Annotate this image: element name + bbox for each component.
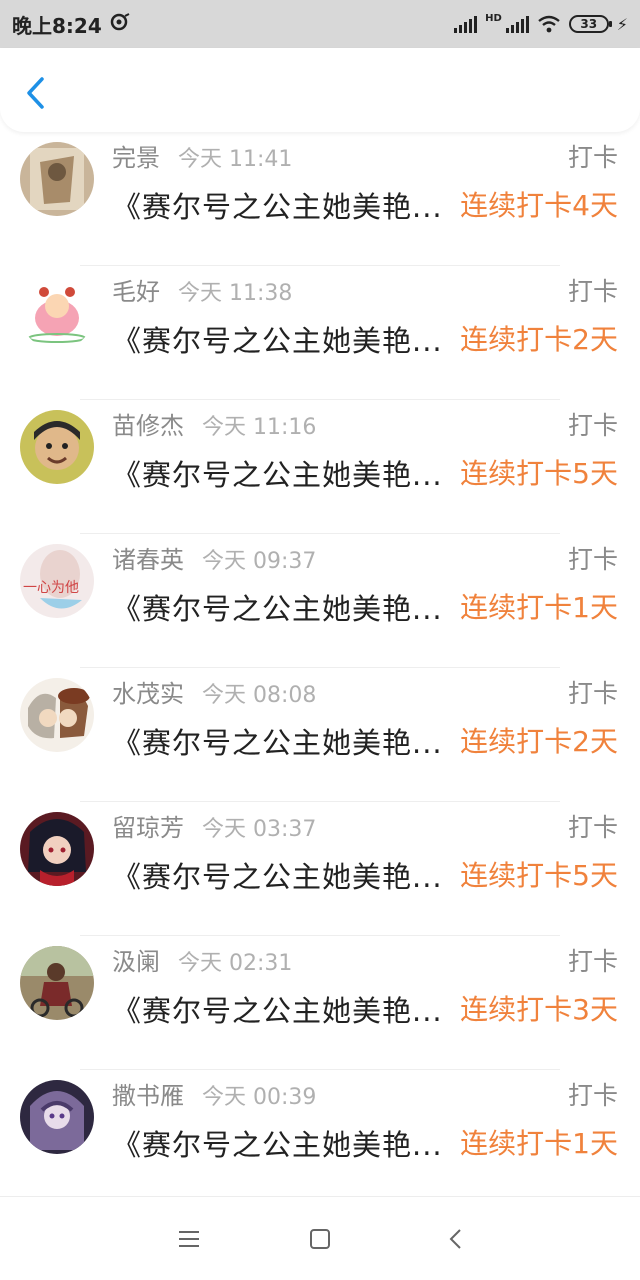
- book-title: 《赛尔号之公主她美艳...: [112, 860, 443, 894]
- charging-icon: ⚡: [616, 14, 628, 34]
- list-item[interactable]: 毛好 今天 11:38 打卡 《赛尔号之公主她美艳... 连续打卡2天: [0, 266, 640, 400]
- avatar[interactable]: [20, 678, 94, 752]
- timestamp: 今天 00:39: [202, 1085, 317, 1110]
- wifi-icon: [537, 15, 561, 33]
- home-square-icon: [310, 1229, 330, 1249]
- user-name: 诸春英: [112, 546, 184, 574]
- avatar[interactable]: [20, 142, 94, 216]
- timestamp: 今天 08:08: [202, 683, 317, 708]
- avatar-text: 一心为他: [23, 580, 79, 596]
- avatar[interactable]: [20, 946, 94, 1020]
- checkin-label: 打卡: [567, 411, 618, 440]
- user-name-row: 撒书雁 今天 00:39: [112, 1076, 316, 1111]
- streak-label: 连续打卡2天: [460, 323, 618, 356]
- book-title: 《赛尔号之公主她美艳...: [112, 458, 443, 492]
- streak-label: 连续打卡5天: [460, 457, 618, 490]
- book-title: 《赛尔号之公主她美艳...: [112, 994, 443, 1028]
- list-item[interactable]: 留琼芳 今天 03:37 打卡 《赛尔号之公主她美艳... 连续打卡5天: [0, 802, 640, 936]
- back-button[interactable]: [18, 74, 52, 112]
- user-name: 水茂实: [112, 680, 184, 708]
- timestamp: 今天 11:41: [178, 147, 293, 172]
- menu-icon: [179, 1231, 199, 1247]
- user-name-row: 留琼芳 今天 03:37: [112, 808, 316, 843]
- hd-label: HD: [485, 12, 502, 24]
- streak-label: 连续打卡1天: [460, 591, 618, 624]
- user-name-row: 汲阑 今天 02:31: [112, 942, 292, 977]
- book-title: 《赛尔号之公主她美艳...: [112, 190, 443, 224]
- checkin-label: 打卡: [567, 679, 618, 708]
- checkin-label: 打卡: [567, 143, 618, 172]
- system-nav-bar: [0, 1196, 640, 1280]
- user-name-row: 苗修杰 今天 11:16: [112, 406, 316, 441]
- status-time: 晚上8:24: [12, 13, 102, 38]
- avatar[interactable]: [20, 410, 94, 484]
- avatar[interactable]: 一心为他: [20, 544, 94, 618]
- status-left: 晚上8:24: [12, 10, 130, 39]
- user-name-row: 毛好 今天 11:38: [112, 272, 292, 307]
- chevron-left-icon: [27, 77, 44, 109]
- checkin-label: 打卡: [567, 545, 618, 574]
- signal-icon-2: [505, 15, 529, 33]
- user-name: 撒书雁: [112, 1082, 184, 1110]
- user-name: 汲阑: [112, 948, 160, 976]
- streak-label: 连续打卡1天: [460, 1127, 618, 1160]
- streak-label: 连续打卡4天: [460, 189, 618, 222]
- list-item[interactable]: 汲阑 今天 02:31 打卡 《赛尔号之公主她美艳... 连续打卡3天: [0, 936, 640, 1070]
- list-item[interactable]: 撒书雁 今天 00:39 打卡 《赛尔号之公主她美艳... 连续打卡1天: [0, 1070, 640, 1204]
- signal-icon: [454, 15, 478, 33]
- list-item[interactable]: 一心为他 诸春英 今天 09:37 打卡 《赛尔号之公主她美艳... 连续打卡1…: [0, 534, 640, 668]
- menu-button[interactable]: [174, 1225, 204, 1253]
- streak-label: 连续打卡2天: [460, 725, 618, 758]
- notification-icon: [110, 12, 130, 36]
- list-item[interactable]: 苗修杰 今天 11:16 打卡 《赛尔号之公主她美艳... 连续打卡5天: [0, 400, 640, 534]
- user-name-row: 诸春英 今天 09:37: [112, 540, 316, 575]
- book-title: 《赛尔号之公主她美艳...: [112, 324, 443, 358]
- book-title: 《赛尔号之公主她美艳...: [112, 726, 443, 760]
- user-name: 苗修杰: [112, 412, 184, 440]
- checkin-label: 打卡: [567, 1081, 618, 1110]
- avatar[interactable]: [20, 812, 94, 886]
- checkin-label: 打卡: [567, 813, 618, 842]
- list-item[interactable]: 完景 今天 11:41 打卡 《赛尔号之公主她美艳... 连续打卡4天: [0, 132, 640, 266]
- battery-level: 33: [580, 17, 598, 31]
- user-name: 留琼芳: [112, 814, 184, 842]
- back-nav-button[interactable]: [440, 1225, 470, 1253]
- avatar[interactable]: [20, 276, 94, 350]
- timestamp: 今天 03:37: [202, 817, 317, 842]
- battery-icon: 33: [568, 15, 612, 33]
- status-bar: 晚上8:24 HD 33 ⚡: [0, 0, 640, 48]
- user-name: 毛好: [112, 278, 160, 306]
- avatar[interactable]: [20, 1080, 94, 1154]
- timestamp: 今天 11:38: [178, 281, 293, 306]
- user-name-row: 完景 今天 11:41: [112, 138, 292, 173]
- timestamp: 今天 02:31: [178, 951, 293, 976]
- list-item[interactable]: 水茂实 今天 08:08 打卡 《赛尔号之公主她美艳... 连续打卡2天: [0, 668, 640, 802]
- checkin-label: 打卡: [567, 947, 618, 976]
- checkin-list: 完景 今天 11:41 打卡 《赛尔号之公主她美艳... 连续打卡4天 毛好 今…: [0, 132, 640, 1204]
- book-title: 《赛尔号之公主她美艳...: [112, 592, 443, 626]
- checkin-label: 打卡: [567, 277, 618, 306]
- user-name: 完景: [112, 144, 160, 172]
- status-right: HD 33 ⚡: [454, 12, 628, 34]
- user-name-row: 水茂实 今天 08:08: [112, 674, 316, 709]
- back-triangle-icon: [449, 1229, 461, 1249]
- book-title: 《赛尔号之公主她美艳...: [112, 1128, 443, 1162]
- timestamp: 今天 09:37: [202, 549, 317, 574]
- timestamp: 今天 11:16: [202, 415, 317, 440]
- header: [0, 48, 640, 132]
- streak-label: 连续打卡3天: [460, 993, 618, 1026]
- streak-label: 连续打卡5天: [460, 859, 618, 892]
- home-button[interactable]: [305, 1225, 335, 1253]
